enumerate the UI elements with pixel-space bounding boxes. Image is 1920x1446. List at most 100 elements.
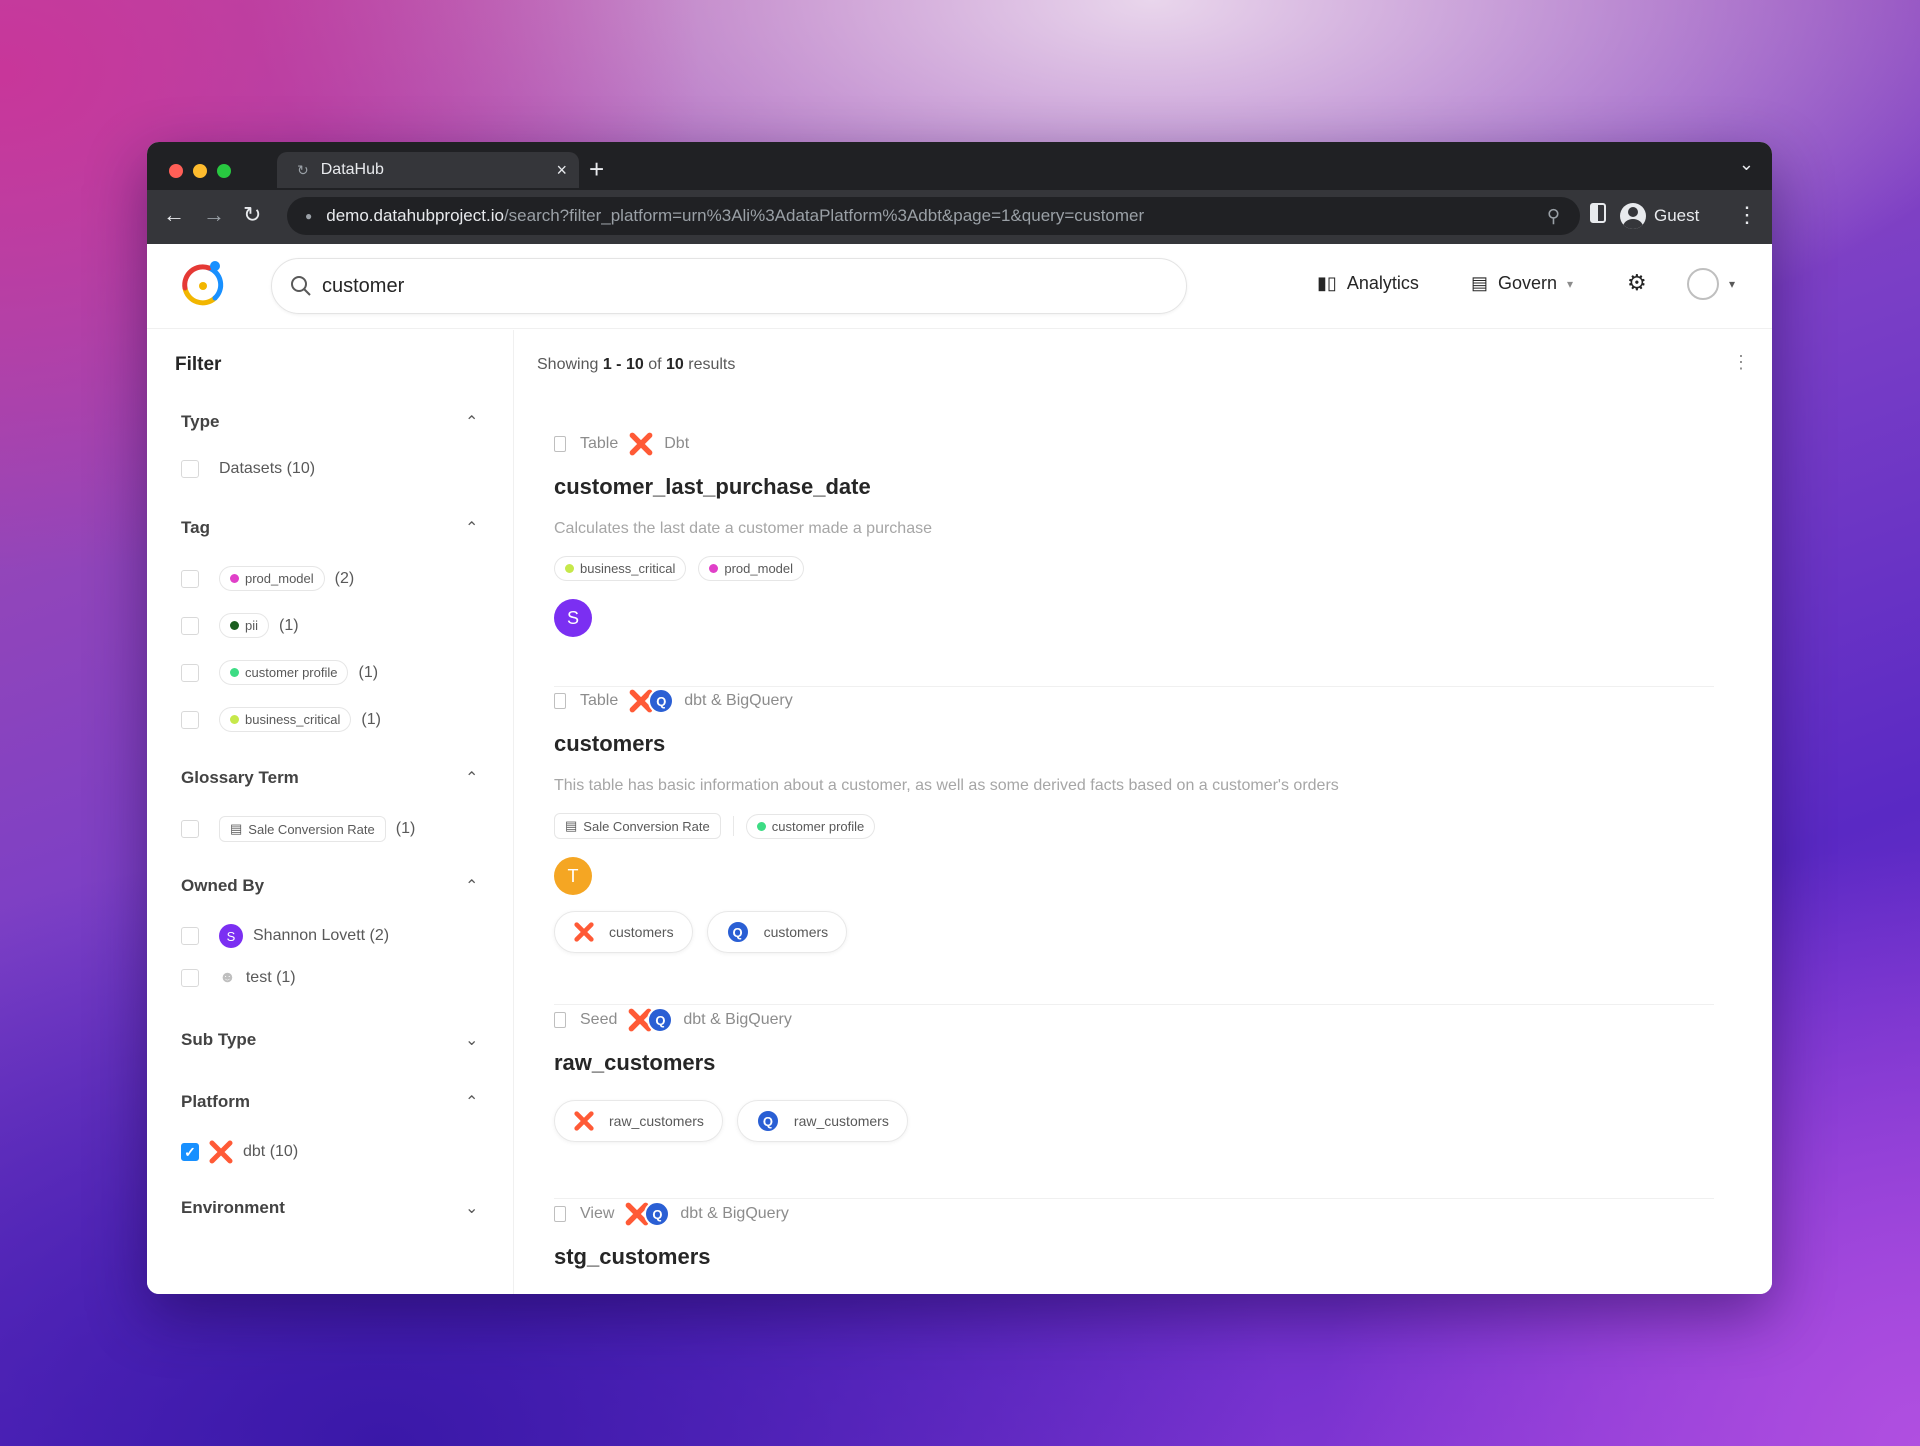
filter-option-tag[interactable]: customer profile (1) bbox=[181, 660, 378, 685]
glossary-pill[interactable]: ▤ Sale Conversion Rate bbox=[554, 813, 721, 839]
govern-menu[interactable]: ▤ Govern ▾ bbox=[1471, 273, 1573, 294]
filter-platform-header[interactable]: Platform bbox=[181, 1092, 250, 1112]
result-meta: Seed Q dbt & BigQuery bbox=[554, 1006, 1734, 1034]
view-icon bbox=[554, 1206, 566, 1222]
result-tags: ▤ Sale Conversion Rate customer profile bbox=[554, 813, 1734, 839]
checkbox[interactable] bbox=[181, 460, 199, 478]
back-icon[interactable]: ← bbox=[163, 202, 185, 228]
filter-subtype-header[interactable]: Sub Type bbox=[181, 1030, 256, 1050]
bigquery-icon: Q bbox=[644, 1201, 671, 1227]
search-input[interactable] bbox=[322, 274, 1142, 298]
user-menu[interactable]: ▾ bbox=[1687, 268, 1735, 300]
reload-icon[interactable]: ↻ bbox=[243, 202, 261, 228]
address-bar[interactable]: ● demo.datahubproject.io /search?filter_… bbox=[287, 197, 1580, 235]
browser-tab[interactable]: ↻ DataHub × bbox=[277, 152, 579, 188]
browser-menu-icon[interactable]: ⋮ bbox=[1736, 202, 1758, 228]
chevron-down-icon: ▾ bbox=[1567, 276, 1574, 291]
checkbox[interactable] bbox=[181, 663, 199, 682]
filter-option-glossary[interactable]: ▤ Sale Conversion Rate (1) bbox=[181, 816, 415, 842]
related-entity[interactable]: raw_customers bbox=[554, 1100, 723, 1142]
chevron-up-icon[interactable]: ⌃ bbox=[465, 768, 478, 788]
chevron-up-icon[interactable]: ⌃ bbox=[465, 1092, 478, 1112]
chevron-up-icon[interactable]: ⌃ bbox=[465, 412, 478, 432]
checkbox[interactable] bbox=[181, 616, 199, 635]
result-description: Calculates the last date a customer made… bbox=[554, 520, 932, 537]
chevron-up-icon[interactable]: ⌃ bbox=[465, 876, 478, 896]
checkbox[interactable] bbox=[181, 927, 199, 945]
filter-option-owner[interactable]: ☻ test (1) bbox=[181, 969, 296, 987]
tag-color-dot bbox=[709, 564, 719, 573]
owner-label: Shannon Lovett (2) bbox=[253, 927, 390, 944]
chevron-down-icon[interactable]: ⌄ bbox=[465, 1030, 478, 1050]
owner-avatar[interactable]: S bbox=[554, 599, 592, 637]
browser-chrome: ↻ DataHub × + ⌄ ← → ↻ ● demo.datahubproj… bbox=[147, 142, 1772, 244]
datahub-logo-icon[interactable] bbox=[175, 258, 231, 310]
entity-label: customers bbox=[609, 924, 674, 940]
result-card: View Q dbt & BigQuery stg_customers bbox=[554, 1200, 1734, 1270]
filter-option-platform[interactable]: ✓ dbt (10) bbox=[181, 1140, 298, 1164]
tab-title: DataHub bbox=[320, 161, 384, 178]
filter-option-owner[interactable]: S Shannon Lovett (2) bbox=[181, 924, 389, 948]
result-meta: Table Dbt bbox=[554, 430, 1734, 458]
chevron-down-icon[interactable]: ⌄ bbox=[465, 1198, 478, 1218]
book-icon: ▤ bbox=[565, 818, 578, 833]
filter-tag-header[interactable]: Tag bbox=[181, 518, 210, 538]
tag-pill[interactable]: prod_model bbox=[698, 556, 805, 581]
maximize-window-button[interactable] bbox=[217, 164, 231, 178]
zoom-icon[interactable]: ⚲ bbox=[1547, 206, 1560, 227]
tag-pill[interactable]: business_critical bbox=[554, 556, 687, 581]
related-entity[interactable]: Q raw_customers bbox=[736, 1100, 908, 1142]
sidebar-toggle-icon[interactable] bbox=[1590, 203, 1606, 223]
lock-icon: ● bbox=[305, 209, 313, 223]
tag-count: (1) bbox=[279, 616, 299, 634]
results-range: 1 - 10 bbox=[602, 356, 644, 373]
filter-option-tag[interactable]: business_critical (1) bbox=[181, 707, 381, 732]
tag-label: customer profile bbox=[771, 818, 865, 834]
checkbox-checked[interactable]: ✓ bbox=[181, 1143, 199, 1161]
result-title[interactable]: raw_customers bbox=[554, 1050, 1734, 1076]
dbt-icon bbox=[629, 432, 653, 456]
analytics-link[interactable]: ▮▯ Analytics bbox=[1317, 273, 1419, 294]
close-window-button[interactable] bbox=[169, 164, 183, 178]
filter-option-tag[interactable]: pii (1) bbox=[181, 613, 299, 638]
glossary-count: (1) bbox=[395, 820, 416, 837]
tag-label: prod_model bbox=[724, 561, 794, 576]
new-tab-button[interactable]: + bbox=[589, 154, 604, 185]
checkbox[interactable] bbox=[181, 969, 199, 987]
results-count: Showing 1 - 10 of 10 results bbox=[537, 356, 735, 374]
glossary-label: Sale Conversion Rate bbox=[248, 821, 375, 837]
filter-environment-header[interactable]: Environment bbox=[181, 1198, 285, 1218]
checkbox[interactable] bbox=[181, 820, 199, 838]
checkbox[interactable] bbox=[181, 710, 199, 729]
owner-label: test (1) bbox=[245, 969, 296, 986]
table-icon bbox=[554, 693, 566, 709]
result-title[interactable]: customer_last_purchase_date bbox=[554, 474, 1734, 500]
related-entity[interactable]: customers bbox=[554, 911, 693, 953]
chevron-down-icon: ▾ bbox=[1729, 277, 1736, 291]
forward-icon[interactable]: → bbox=[203, 202, 225, 228]
filter-glossary-header[interactable]: Glossary Term bbox=[181, 768, 299, 788]
settings-gear-icon[interactable]: ⚙ bbox=[1627, 270, 1647, 296]
filter-owner-header[interactable]: Owned By bbox=[181, 876, 264, 896]
owner-avatar[interactable]: T bbox=[554, 857, 592, 895]
filter-option-tag[interactable]: prod_model (2) bbox=[181, 566, 354, 591]
close-tab-icon[interactable]: × bbox=[556, 160, 567, 181]
filter-option-datasets[interactable]: Datasets (10) bbox=[181, 460, 315, 478]
chevron-up-icon[interactable]: ⌃ bbox=[465, 518, 478, 538]
platform-logos: Q bbox=[628, 688, 675, 714]
divider bbox=[554, 1004, 1714, 1005]
tag-pill[interactable]: customer profile bbox=[745, 813, 876, 839]
minimize-window-button[interactable] bbox=[193, 164, 207, 178]
result-title[interactable]: stg_customers bbox=[554, 1244, 1734, 1270]
book-icon: ▤ bbox=[230, 821, 243, 836]
filter-type-header[interactable]: Type bbox=[181, 412, 219, 432]
checkbox[interactable] bbox=[181, 569, 199, 588]
dbt-icon bbox=[209, 1140, 233, 1164]
profile-button[interactable]: Guest bbox=[1620, 198, 1699, 234]
tab-search-icon[interactable]: ⌄ bbox=[1739, 154, 1754, 175]
result-title[interactable]: customers bbox=[554, 731, 1734, 757]
platform-name: dbt & BigQuery bbox=[683, 1011, 792, 1028]
platform-label: dbt (10) bbox=[243, 1143, 299, 1160]
related-entity[interactable]: Q customers bbox=[706, 911, 848, 953]
more-options-icon[interactable]: ⋮ bbox=[1732, 352, 1750, 373]
